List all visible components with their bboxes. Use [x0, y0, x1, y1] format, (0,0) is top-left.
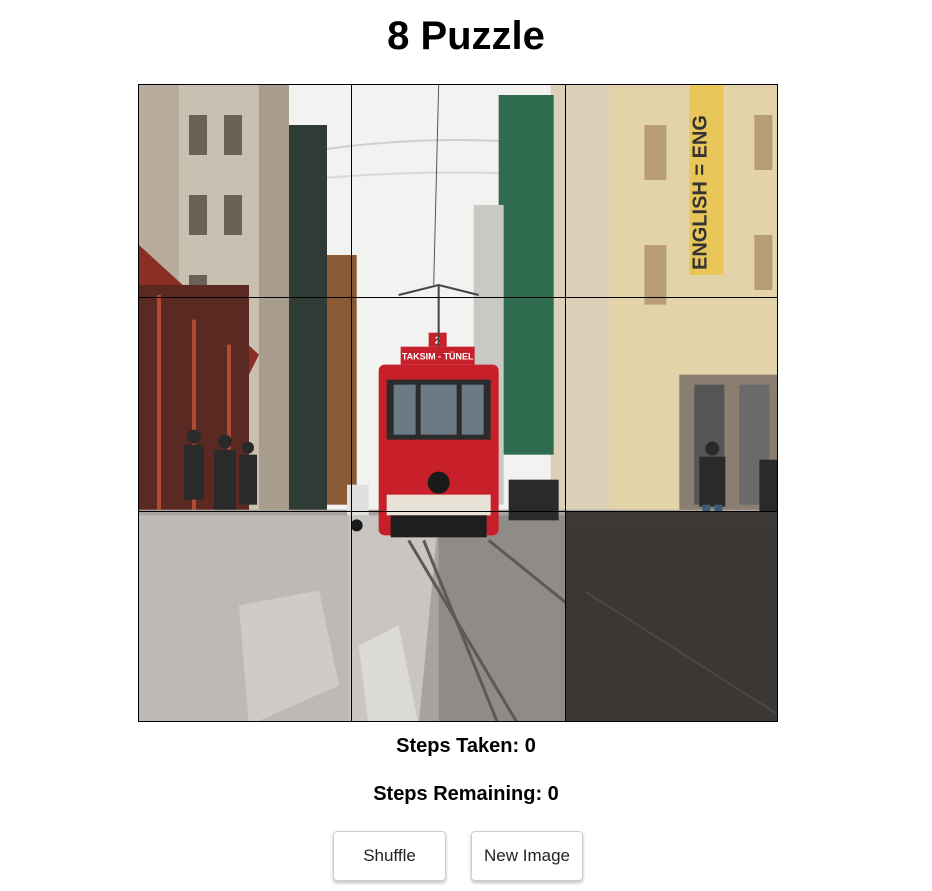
page-title: 8 Puzzle	[387, 14, 545, 58]
puzzle-tile-1[interactable]	[139, 85, 353, 299]
steps-remaining: Steps Remaining: 0	[0, 782, 932, 806]
puzzle-board: ENGLISH = ENG	[138, 84, 778, 722]
steps-taken-value: 0	[524, 735, 536, 757]
puzzle-tile-3[interactable]	[564, 85, 777, 299]
shuffle-button[interactable]: Shuffle	[333, 831, 446, 881]
puzzle-tile-4[interactable]	[139, 297, 353, 512]
steps-taken: Steps Taken: 0	[0, 734, 932, 758]
puzzle-tile-blank[interactable]	[564, 510, 777, 721]
steps-remaining-value: 0	[547, 783, 559, 805]
steps-taken-label: Steps Taken:	[396, 735, 520, 757]
puzzle-tile-7[interactable]	[139, 510, 353, 721]
puzzle-tile-2[interactable]	[351, 85, 566, 299]
steps-remaining-label: Steps Remaining:	[373, 783, 543, 805]
new-image-button[interactable]: New Image	[471, 831, 583, 881]
puzzle-tile-8[interactable]	[351, 510, 566, 721]
puzzle-tile-5[interactable]	[351, 297, 566, 512]
puzzle-tile-6[interactable]	[564, 297, 777, 512]
